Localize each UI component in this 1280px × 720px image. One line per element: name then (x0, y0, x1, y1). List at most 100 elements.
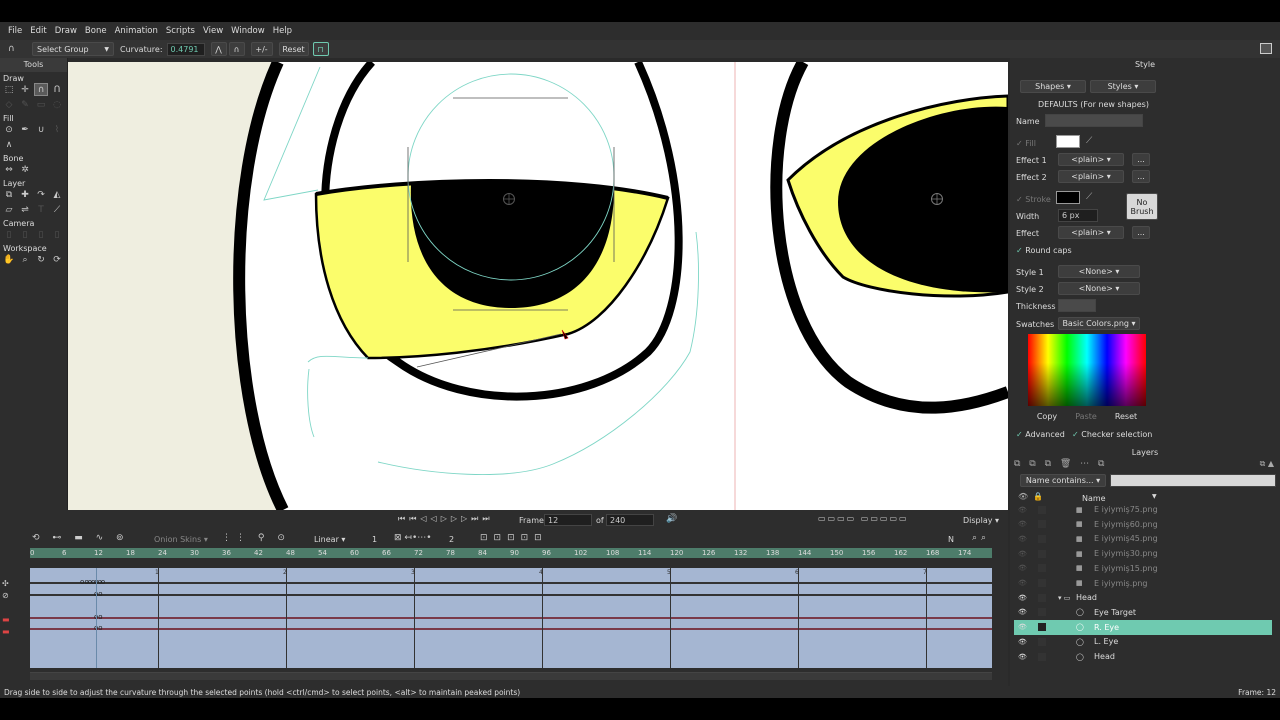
select-shape-icon[interactable]: ⊙ (2, 123, 16, 136)
display-dropdown[interactable]: Display ▾ (963, 516, 999, 525)
rotate-workspace-icon[interactable]: ↻ (34, 253, 48, 266)
keyframe-nav-icons[interactable]: ⊠ ↤•⋯• (394, 533, 432, 543)
stroke-color-swatch[interactable] (1056, 191, 1080, 204)
layer-lock-box[interactable] (1038, 608, 1046, 617)
panel-toggle-icon[interactable] (1260, 43, 1272, 54)
bone-add-icon[interactable]: ✲ (18, 163, 32, 176)
paste-button[interactable]: Paste (1070, 410, 1102, 423)
timeline-tool-icons[interactable]: ⟲ ⊷ ▬ ∿ ⊚ (32, 533, 129, 543)
menu-draw[interactable]: Draw (55, 26, 77, 36)
layer-text-icon[interactable]: T (34, 203, 48, 216)
layers-collapse-icon[interactable]: ⧉ ▲ (1260, 459, 1274, 469)
visibility-icon[interactable]: 👁 (1018, 623, 1032, 631)
paint-bucket-icon[interactable]: ∪ (34, 123, 48, 136)
curvature-input[interactable]: 0.4791 (166, 42, 205, 56)
drawing-canvas[interactable] (68, 62, 1008, 510)
zoom-icon[interactable]: ⌕ (18, 253, 32, 266)
curvature-tool-icon[interactable]: ∩ (34, 83, 48, 96)
layer-row[interactable]: 👁 ▦ E iyiymiş15.png (1014, 561, 1272, 576)
select-group-dropdown[interactable]: Select Group ▼ (32, 42, 114, 56)
magnet-toggle-icon[interactable]: ⊓ (312, 42, 329, 56)
keyframe-tool-icons[interactable]: ⋮⋮ ⚲ ⊙ (222, 533, 290, 543)
interp-number[interactable]: 1 (372, 535, 377, 544)
bone-select-icon[interactable]: ⇔ (2, 163, 16, 176)
layer-row[interactable]: 👁 ◯ L. Eye (1014, 634, 1272, 649)
layer-lock-box[interactable] (1038, 623, 1046, 632)
interpolation-dropdown[interactable]: Linear ▾ (314, 535, 345, 544)
menu-animation[interactable]: Animation (115, 26, 158, 36)
timeline-scrollbar[interactable] (30, 672, 992, 680)
layer-row[interactable]: 👁 ▾ ▭ Head (1014, 590, 1272, 605)
effect2-dropdown[interactable]: <plain> ▾ (1058, 170, 1124, 183)
menu-scripts[interactable]: Scripts (166, 26, 195, 36)
visibility-icon[interactable]: 👁 (1018, 564, 1032, 572)
round-caps-checkbox[interactable]: ✓ Round caps (1016, 246, 1072, 255)
fill-eyedropper-icon[interactable]: ⟋ (1086, 136, 1092, 146)
name-input[interactable] (1045, 114, 1143, 127)
camera-track-icon[interactable]: ▯ (2, 228, 16, 241)
style2-dropdown[interactable]: <None> ▾ (1058, 282, 1140, 295)
layer-row[interactable]: 👁 ◯ Eye Target (1014, 605, 1272, 620)
menu-window[interactable]: Window (231, 26, 265, 36)
layer-row[interactable]: 👁 ▦ E iyiymiş.png (1014, 576, 1272, 591)
plusminus-button[interactable]: +/- (250, 42, 273, 56)
freehand-icon[interactable]: ✎ (18, 98, 32, 111)
name-filter-dropdown[interactable]: Name contains... ▾ (1020, 474, 1106, 487)
sound-icon[interactable]: 🔊 (666, 514, 677, 524)
menu-file[interactable]: File (8, 26, 22, 36)
add-point-icon[interactable]: ◇ (2, 98, 16, 111)
copy-button[interactable]: Copy (1032, 410, 1062, 423)
layer-lock-box[interactable] (1038, 520, 1046, 529)
second-number[interactable]: 2 (449, 535, 454, 544)
layer-row[interactable]: 👁 ▦ E iyiymiş30.png (1014, 546, 1272, 561)
peak-button[interactable]: ⋀ (210, 42, 227, 56)
layer-rotate-icon[interactable]: ↷ (34, 188, 48, 201)
shapes-dropdown[interactable]: Shapes ▾ (1020, 80, 1086, 93)
layer-row[interactable]: 👁 ◯ Head (1014, 649, 1272, 664)
visibility-icon[interactable]: 👁 (1018, 520, 1032, 528)
playback-controls-icons[interactable]: ⏮⏮◁◁▷▷▷⏭⏭ (398, 514, 494, 524)
stroke-checkbox[interactable]: ✓ Stroke (1016, 195, 1051, 204)
layer-lock-box[interactable] (1038, 652, 1046, 661)
menu-help[interactable]: Help (273, 26, 292, 36)
reset-button[interactable]: Reset (278, 42, 309, 56)
layer-shear-icon[interactable]: ▱ (2, 203, 16, 216)
width-input[interactable]: 6 px (1058, 209, 1098, 222)
menu-edit[interactable]: Edit (30, 26, 46, 36)
layer-scale-icon[interactable]: ◭ (50, 188, 64, 201)
visibility-icon[interactable]: 👁 (1018, 653, 1032, 661)
no-brush-button[interactable]: No Brush (1126, 193, 1158, 220)
menu-bone[interactable]: Bone (85, 26, 107, 36)
eyedropper-icon[interactable]: ⟋ (50, 203, 64, 216)
create-shape-icon[interactable]: ✒ (18, 123, 32, 136)
effect1-more-button[interactable]: ... (1132, 153, 1150, 166)
visibility-icon[interactable]: 👁 (1018, 638, 1032, 646)
timeline-tracks[interactable]: 1234567 o oooooo oo oo oo (30, 568, 992, 668)
camera-roll-icon[interactable]: ▯ (34, 228, 48, 241)
visibility-icon[interactable]: 👁 (1018, 535, 1032, 543)
visibility-icon[interactable]: 👁 (1018, 579, 1032, 587)
effect2-more-button[interactable]: ... (1132, 170, 1150, 183)
copy-paste-icons[interactable]: ⊡⊡⊡⊡⊡ (480, 533, 548, 543)
layer-row[interactable]: 👁 ▦ E iyiymiş45.png (1014, 531, 1272, 546)
style1-dropdown[interactable]: <None> ▾ (1058, 265, 1140, 278)
camera-zoom-icon[interactable]: ▯ (18, 228, 32, 241)
layer-lock-box[interactable] (1038, 593, 1046, 602)
checker-selection-checkbox[interactable]: ✓ Checker selection (1072, 430, 1152, 439)
line-width-icon[interactable]: ∧ (2, 138, 16, 151)
draw-shape-icon[interactable]: ▭ (34, 98, 48, 111)
view-mode-icons[interactable]: ▭▭▭▭ ▭▭▭▭▭ (818, 514, 909, 523)
color-swatches-grid[interactable] (1028, 334, 1146, 406)
menu-view[interactable]: View (203, 26, 223, 36)
transform-points-icon[interactable]: ✛ (18, 83, 32, 96)
styles-dropdown[interactable]: Styles ▾ (1090, 80, 1156, 93)
layer-flip-icon[interactable]: ⇌ (18, 203, 32, 216)
camera-pan-icon[interactable]: ▯ (50, 228, 64, 241)
n-label[interactable]: N (948, 535, 954, 544)
keyframe-dots[interactable]: o oooooo (80, 578, 105, 586)
layer-lock-box[interactable] (1038, 549, 1046, 558)
stroke-eyedropper-icon[interactable]: ⟋ (1086, 192, 1092, 202)
onion-skins-dropdown[interactable]: Onion Skins ▾ (154, 535, 208, 544)
layer-filter-input[interactable] (1110, 474, 1276, 487)
zoom-icons[interactable]: ⌕⌕ (972, 533, 990, 543)
